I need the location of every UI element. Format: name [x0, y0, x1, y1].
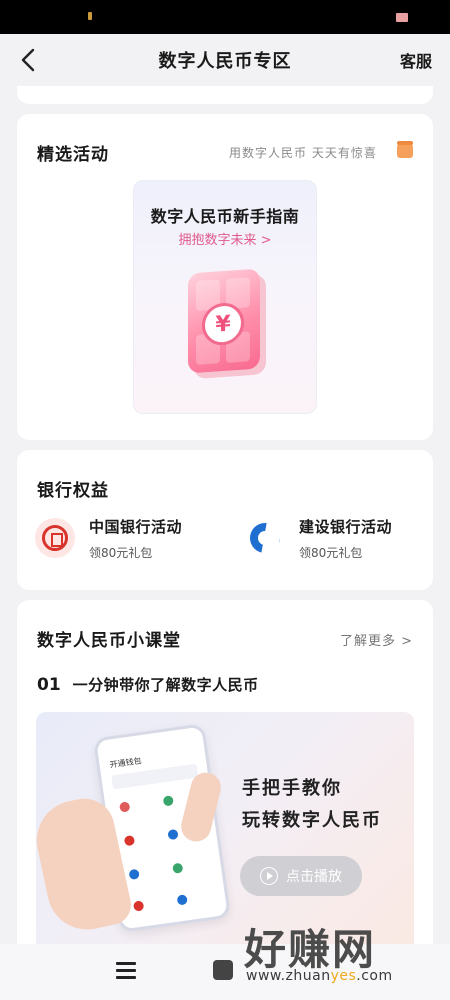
banner-headline: 手把手教你: [242, 778, 342, 799]
bank-benefits-section: 银行权益 中国银行活动 领80元礼包 建设银行活动 领80元礼包: [17, 450, 433, 590]
menu-icon[interactable]: [116, 962, 136, 980]
section-title: 数字人民币小课堂: [37, 631, 181, 651]
phone-screen-label: 开通钱包: [109, 756, 143, 770]
lesson-number: 01: [37, 672, 61, 695]
featured-hint: 用数字人民币 天天有惊喜: [229, 146, 377, 160]
learn-more-link[interactable]: 了解更多 >: [340, 630, 413, 649]
bank-name: 中国银行活动: [89, 518, 183, 536]
banner-headline-2: 玩转数字人民币: [242, 810, 382, 831]
customer-service-button[interactable]: 客服: [400, 48, 432, 72]
gift-icon: [397, 141, 413, 158]
previous-card-bottom: [17, 86, 433, 104]
page-title: 数字人民币专区: [158, 51, 292, 72]
beginner-guide-card[interactable]: 数字人民币新手指南 拥抱数字未来 > ¥: [133, 180, 317, 414]
battery-icon: [396, 13, 408, 22]
bank-gift: 领80元礼包: [299, 546, 363, 560]
home-icon[interactable]: [213, 960, 233, 980]
play-button[interactable]: 点击播放: [240, 856, 362, 896]
guide-subtitle: 拥抱数字未来 >: [178, 233, 272, 248]
bank-item-boc[interactable]: 中国银行活动 领80元礼包: [35, 512, 225, 568]
guide-title: 数字人民币新手指南: [150, 207, 300, 226]
lesson-item[interactable]: 01 一分钟带你了解数字人民币: [37, 672, 259, 695]
navigation-bar: 数字人民币专区 客服: [0, 34, 450, 86]
bank-name: 建设银行活动: [299, 518, 393, 536]
section-title: 精选活动: [37, 145, 109, 165]
section-title: 银行权益: [37, 481, 109, 501]
play-label: 点击播放: [286, 869, 342, 885]
classroom-section: 数字人民币小课堂 了解更多 > 01 一分钟带你了解数字人民币 开通钱包 手把手…: [17, 600, 433, 960]
featured-activity-section: 精选活动 用数字人民币 天天有惊喜 数字人民币新手指南 拥抱数字未来 > ¥: [17, 114, 433, 440]
play-icon: [260, 867, 278, 885]
construction-bank-logo-icon: [245, 518, 285, 558]
bank-item-ccb[interactable]: 建设银行活动 领80元礼包: [245, 512, 425, 568]
bank-of-china-logo-icon: [35, 518, 75, 558]
notification-icon: [88, 12, 92, 20]
bank-gift: 领80元礼包: [89, 546, 153, 560]
lesson-title: 一分钟带你了解数字人民币: [72, 676, 259, 694]
status-bar: [0, 0, 450, 34]
digital-yuan-illustration: ¥: [188, 268, 260, 374]
watermark-url: www.zhuanyes.com: [246, 968, 393, 984]
